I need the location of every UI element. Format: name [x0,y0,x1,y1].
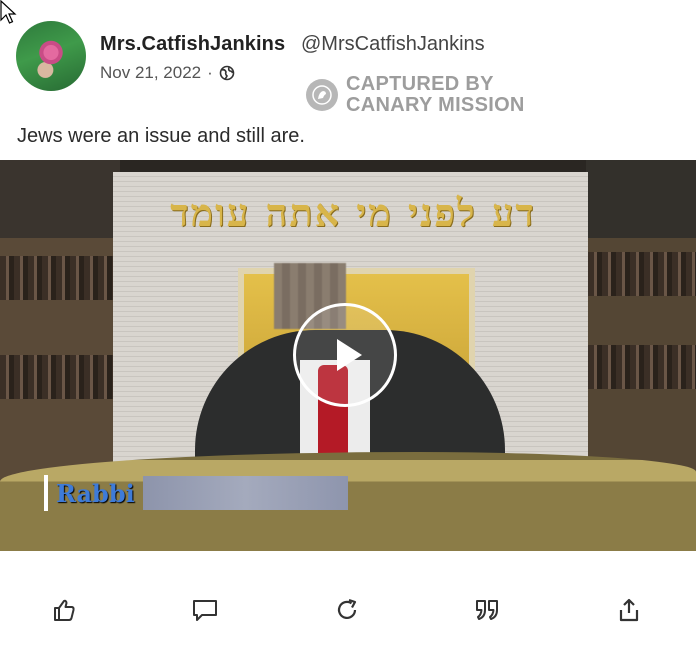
quote-button[interactable] [472,595,502,625]
share-icon [619,598,639,622]
hebrew-inscription: דע לפני מי אתה עומד [170,190,536,235]
comment-button[interactable] [190,595,220,625]
display-name[interactable]: Mrs.CatfishJankins [100,33,285,56]
captured-by-watermark: CAPTURED BY CANARY MISSION [306,74,525,116]
avatar[interactable] [16,21,86,91]
bookshelf [588,252,696,296]
lower-third-caption: Rabbi [44,475,348,511]
repost-button[interactable] [332,595,362,625]
post-meta: Nov 21, 2022 · [100,63,235,83]
like-icon [54,599,75,621]
like-button[interactable] [49,595,79,625]
play-button[interactable] [293,303,397,407]
post-date[interactable]: Nov 21, 2022 [100,63,201,83]
post-text: Jews were an issue and still are. [17,125,305,147]
video-player[interactable]: דע לפני מי אתה עומד Rabbi [0,160,696,551]
quote-icon [476,600,498,620]
canary-logo-icon [306,79,338,111]
watermark-line-2: CANARY MISSION [346,94,525,116]
cursor-icon [0,0,17,24]
play-icon [337,339,362,371]
globe-icon [219,65,235,81]
watermark-line-1: CAPTURED BY [346,73,494,95]
caption-title: Rabbi [56,478,135,508]
repost-icon [337,598,357,619]
comment-icon [193,600,217,621]
bookshelf [0,355,115,399]
action-bar [0,595,698,635]
meta-separator: · [207,63,213,82]
bookshelf [0,256,115,300]
share-button[interactable] [614,595,644,625]
caption-name-redacted [142,476,348,510]
user-handle[interactable]: @MrsCatfishJankins [301,33,485,56]
bookshelf [588,345,696,389]
